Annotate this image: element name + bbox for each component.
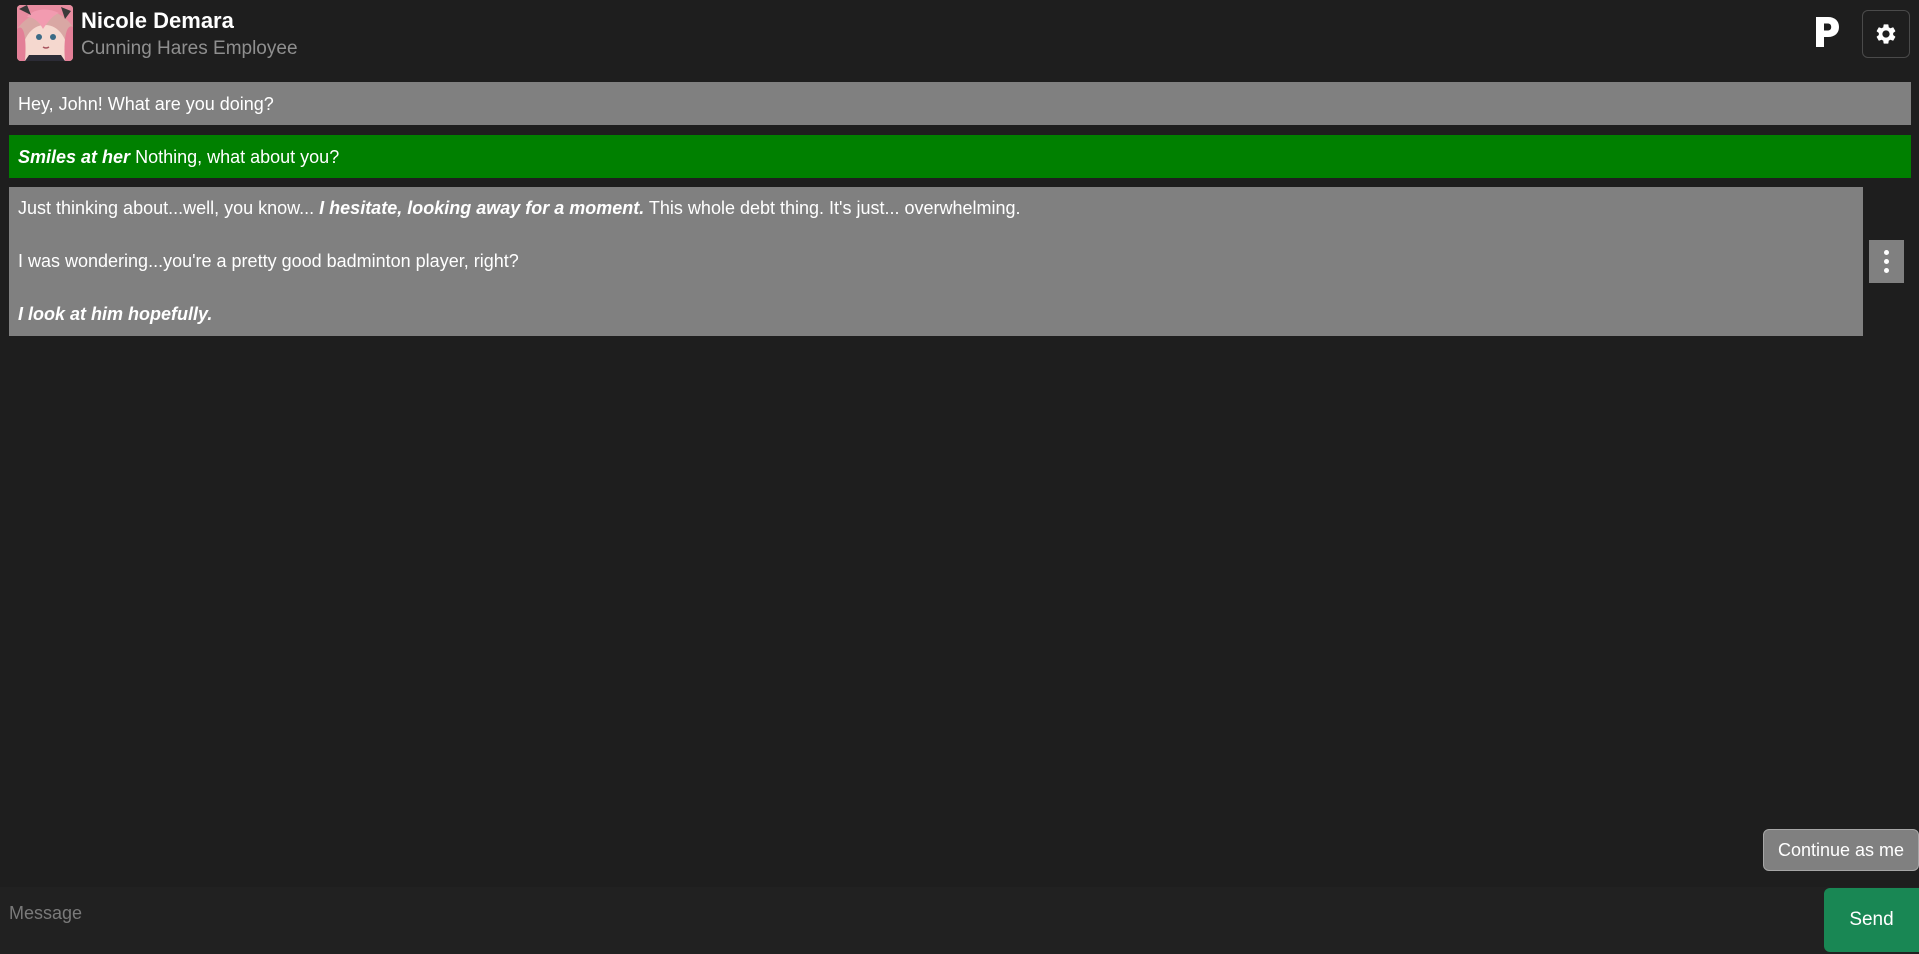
- message-action-text: I hesitate, looking away for a moment.: [319, 198, 645, 218]
- avatar-image: [17, 5, 73, 61]
- kebab-menu-icon: [1884, 268, 1889, 273]
- message-action-text: I look at him hopefully.: [18, 304, 213, 324]
- p-logo-icon[interactable]: [1813, 14, 1841, 50]
- message-menu-button[interactable]: [1869, 240, 1904, 283]
- message-text: I was wondering...you're a pretty good b…: [18, 251, 519, 271]
- message-bubble-user: Smiles at her Nothing, what about you?: [9, 135, 1911, 178]
- kebab-menu-icon: [1884, 250, 1889, 255]
- message-action-text: Smiles at her: [18, 146, 131, 167]
- message-paragraph: I was wondering...you're a pretty good b…: [18, 250, 1854, 272]
- chat-app: Nicole Demara Cunning Hares Employee Hey…: [0, 0, 1919, 954]
- message-text: This whole debt thing. It's just... over…: [644, 198, 1021, 218]
- character-subtitle: Cunning Hares Employee: [81, 38, 298, 59]
- gear-icon: [1876, 24, 1896, 44]
- message-bubble-character: Just thinking about...well, you know... …: [9, 187, 1863, 336]
- send-button[interactable]: Send: [1824, 888, 1919, 952]
- message-paragraph: I look at him hopefully.: [18, 303, 1854, 325]
- kebab-menu-icon: [1884, 259, 1889, 264]
- character-name: Nicole Demara: [81, 8, 234, 33]
- message-paragraph: Just thinking about...well, you know... …: [18, 197, 1854, 219]
- message-input[interactable]: [0, 887, 1820, 954]
- message-text: Hey, John! What are you doing?: [18, 93, 274, 114]
- message-text: Nothing, what about you?: [130, 146, 340, 167]
- message-bubble-character: Hey, John! What are you doing?: [9, 82, 1911, 125]
- chat-header: Nicole Demara Cunning Hares Employee: [0, 0, 1919, 68]
- message-text: Just thinking about...well, you know...: [18, 198, 320, 218]
- character-avatar[interactable]: [17, 5, 73, 61]
- continue-as-me-button[interactable]: Continue as me: [1763, 829, 1919, 871]
- settings-button[interactable]: [1862, 10, 1910, 58]
